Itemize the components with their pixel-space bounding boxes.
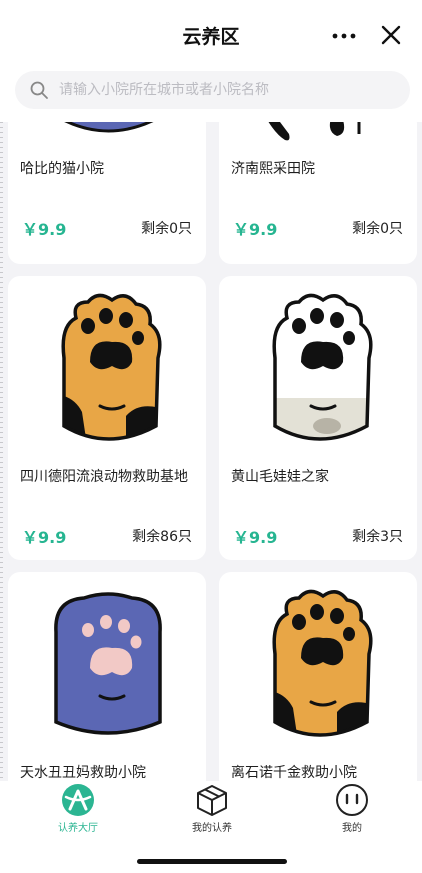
header: 云养区 (0, 0, 422, 122)
yard-stock: 剩余86只 (132, 529, 192, 545)
home-indicator[interactable] (137, 859, 287, 864)
face-icon (336, 784, 368, 816)
yard-name: 济南熙采田院 (231, 161, 315, 177)
search-icon (30, 81, 48, 99)
yard-price: ￥9.9 (22, 220, 67, 239)
more-horizontal-icon[interactable] (330, 24, 358, 48)
yard-price: ￥9.9 (233, 220, 278, 239)
page-title: 云养区 (182, 26, 240, 48)
orange-tortie-paw-image (272, 589, 373, 737)
adopt-hall-icon (62, 784, 94, 816)
yard-card[interactable]: 天水丑丑妈救助小院 (8, 572, 206, 782)
tab-bar: 认养大厅 我的认养 我的 (0, 781, 422, 873)
yard-name: 四川德阳流浪动物救助基地 (20, 469, 188, 485)
yard-grid: 哈比的猫小院 ￥9.9 剩余0只 济南熙采田院 ￥9.9 剩余0只 四川德阳流浪… (0, 122, 422, 782)
search-input[interactable] (59, 71, 399, 109)
yard-stock: 剩余0只 (352, 221, 403, 237)
white-calico-paw-image (272, 293, 373, 441)
blue-paw-image (54, 592, 162, 735)
yard-name: 哈比的猫小院 (20, 161, 104, 177)
yard-name: 离石诺千金救助小院 (231, 765, 357, 781)
yard-card[interactable]: 济南熙采田院 ￥9.9 剩余0只 (219, 122, 417, 264)
yard-card[interactable]: 黄山毛娃娃之家 ￥9.9 剩余3只 (219, 276, 417, 560)
calico-paw-image (268, 122, 361, 141)
yard-price: ￥9.9 (233, 528, 278, 547)
yard-price: ￥9.9 (22, 528, 67, 547)
tab-mine[interactable]: 我的 (307, 781, 397, 841)
yard-name: 黄山毛娃娃之家 (231, 469, 329, 485)
tab-label: 我的 (342, 823, 362, 834)
close-icon[interactable] (378, 22, 404, 48)
orange-tortie-paw-image (61, 293, 162, 441)
tab-my-adoptions[interactable]: 我的认养 (167, 781, 257, 841)
yard-card[interactable]: 离石诺千金救助小院 (219, 572, 417, 782)
box-icon (197, 785, 227, 816)
yard-name: 天水丑丑妈救助小院 (20, 765, 146, 781)
yard-card[interactable]: 哈比的猫小院 ￥9.9 剩余0只 (8, 122, 206, 264)
search-bar[interactable] (15, 71, 410, 109)
yard-card[interactable]: 四川德阳流浪动物救助基地 ￥9.9 剩余86只 (8, 276, 206, 560)
tab-label: 我的认养 (192, 823, 232, 834)
tab-adopt-hall[interactable]: 认养大厅 (33, 781, 123, 841)
yard-stock: 剩余0只 (141, 221, 192, 237)
tab-label: 认养大厅 (58, 823, 98, 834)
left-edge-decoration (0, 122, 3, 782)
blue-paw-image (64, 122, 154, 133)
yard-stock: 剩余3只 (352, 529, 403, 545)
